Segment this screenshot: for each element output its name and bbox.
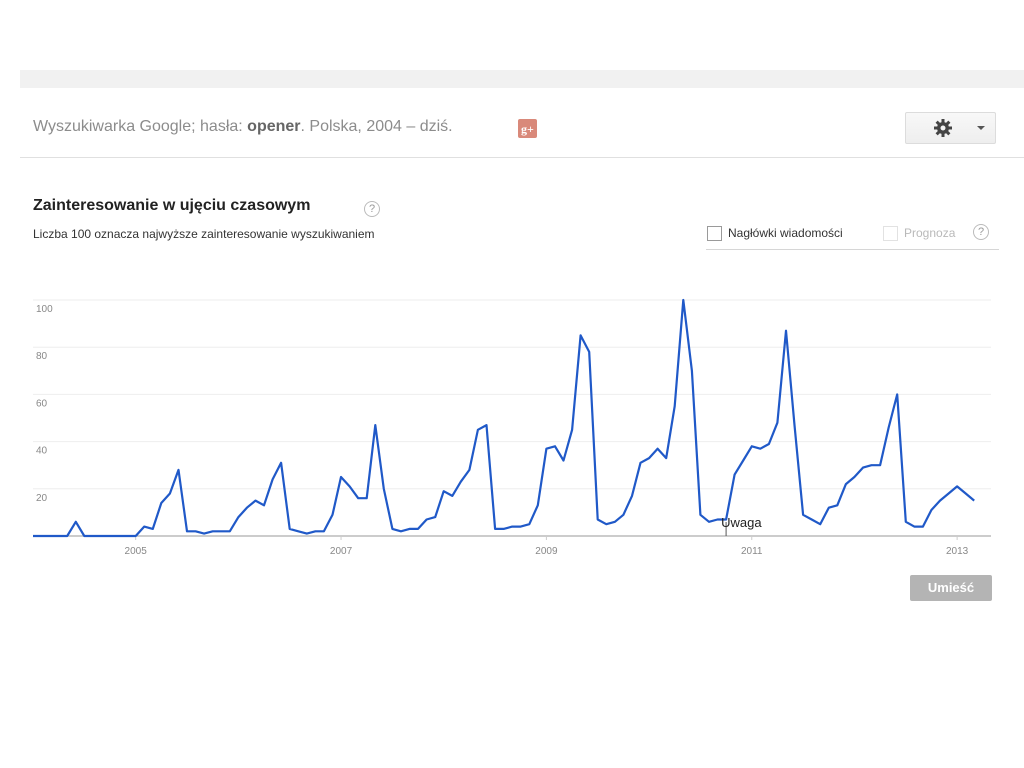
x-tick-label: 2013 [946, 546, 969, 557]
x-tick-label: 2005 [125, 546, 148, 557]
x-tick-label: 2011 [741, 546, 763, 557]
x-tick-labels: 2005 2007 2009 2011 2013 [125, 536, 969, 557]
grid-lines [33, 299, 991, 490]
embed-button[interactable]: Umieść [910, 575, 992, 601]
interest-over-time-chart: 20 40 60 80 100 2005 2007 2009 2011 2013 Uwaga [33, 298, 991, 557]
y-tick-label: 60 [36, 398, 48, 409]
y-tick-label: 80 [36, 351, 48, 362]
y-tick-labels: 20 40 60 80 100 [36, 304, 53, 504]
x-tick-label: 2009 [535, 546, 558, 557]
y-tick-label: 40 [36, 446, 48, 457]
y-tick-label: 100 [36, 304, 53, 315]
annotation: Uwaga [721, 515, 762, 536]
annotation-label[interactable]: Uwaga [721, 515, 762, 530]
x-tick-label: 2007 [330, 546, 353, 557]
series-line [33, 298, 975, 538]
y-tick-label: 20 [36, 493, 48, 504]
